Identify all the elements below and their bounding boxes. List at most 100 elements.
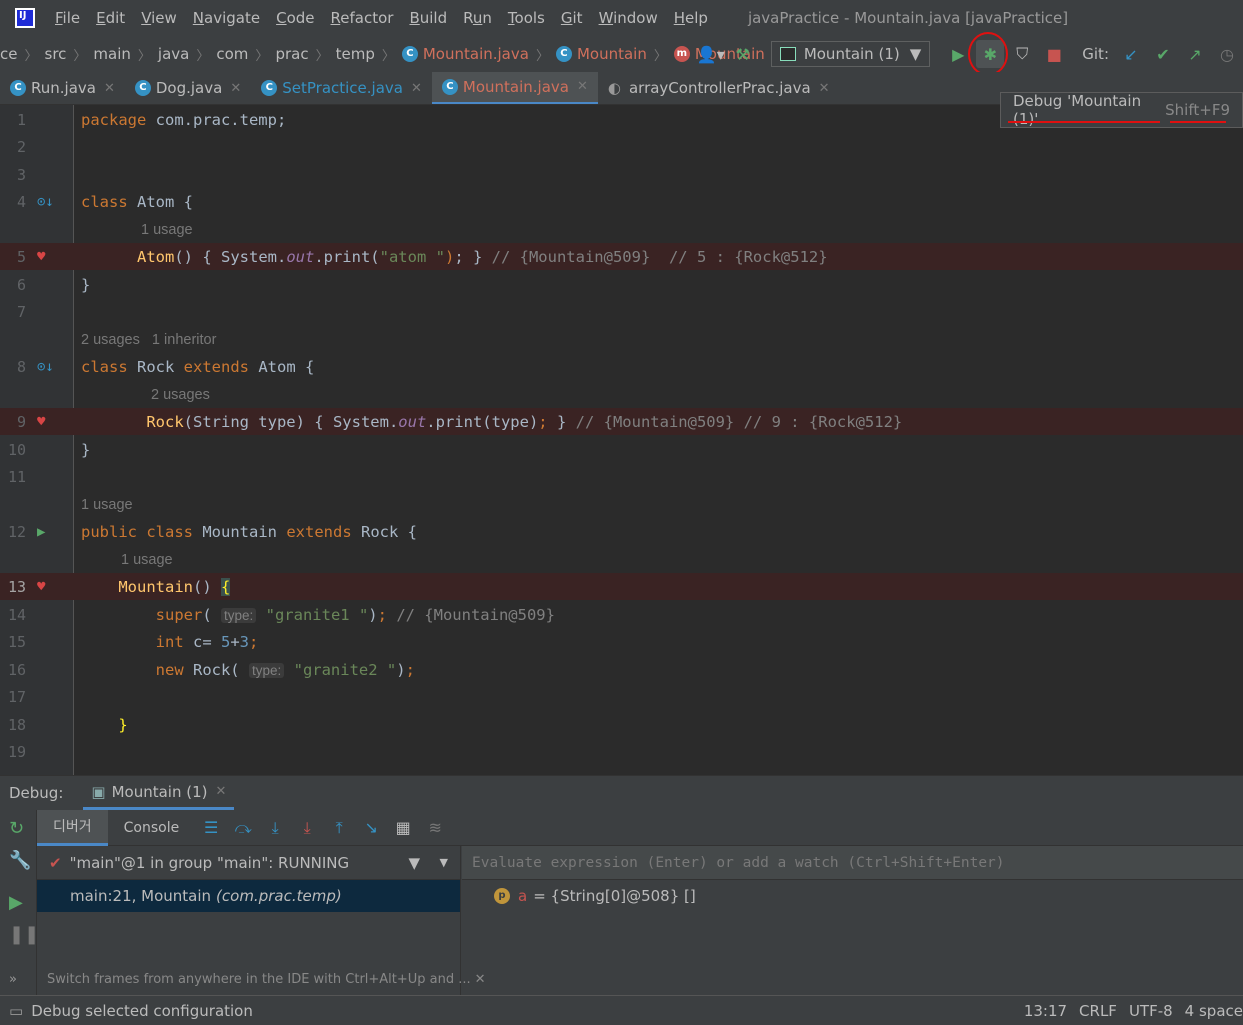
code-line: 16 new Rock( type: "granite2 "); bbox=[7, 660, 415, 679]
line-separator[interactable]: CRLF bbox=[1079, 1002, 1117, 1020]
menu-item[interactable]: Window bbox=[599, 9, 658, 27]
close-icon[interactable]: ✕ bbox=[104, 81, 115, 96]
menu-item[interactable]: Run bbox=[463, 9, 492, 27]
caret-position[interactable]: 13:17 bbox=[1024, 1002, 1067, 1020]
tab-debugger[interactable]: 디버거 bbox=[37, 809, 108, 846]
run-icon[interactable]: ▶ bbox=[37, 524, 45, 540]
breadcrumb-item[interactable]: ce 〉 bbox=[0, 45, 45, 64]
code-line: 7 bbox=[16, 302, 26, 321]
breakpoint-icon[interactable]: ♥ bbox=[37, 579, 45, 595]
tab-console[interactable]: Console bbox=[108, 810, 196, 846]
pause-icon[interactable]: ❚❚ bbox=[9, 924, 39, 945]
menu-item[interactable]: Build bbox=[409, 9, 447, 27]
debug-tool-window: Debug: ▣ Mountain (1) ✕ ↻ 🔧 ▶ ❚❚ » 디버거 Con… bbox=[0, 775, 1243, 996]
status-message: Debug selected configuration bbox=[31, 1001, 253, 1020]
editor-tab[interactable]: C Mountain.java ✕ bbox=[431, 72, 598, 104]
breakpoint-icon[interactable]: ♥ bbox=[37, 249, 45, 265]
menu-item[interactable]: View bbox=[141, 9, 177, 27]
more-icon[interactable]: » bbox=[9, 972, 17, 987]
rerun-icon[interactable]: ↻ bbox=[9, 818, 24, 839]
close-icon[interactable]: ✕ bbox=[819, 81, 830, 96]
user-icon[interactable]: 👤▾ bbox=[697, 40, 725, 68]
menu-item[interactable]: Tools bbox=[508, 9, 545, 27]
code-editor[interactable]: 1 package com.prac.temp; 2 3 4 ⊙↓ class Ato… bbox=[0, 105, 1243, 775]
breadcrumb-item[interactable]: temp 〉 bbox=[336, 45, 402, 64]
chevron-down-icon[interactable]: ▼ bbox=[440, 856, 448, 869]
close-icon[interactable]: ✕ bbox=[215, 784, 226, 799]
code-line: 17 bbox=[7, 687, 26, 706]
step-into-icon[interactable]: ⤓ bbox=[259, 818, 291, 838]
panel-toggle-icon[interactable]: ▭ bbox=[9, 1002, 23, 1020]
variable-row[interactable]: p a = {String[0]@508} [] bbox=[462, 880, 1243, 912]
code-line: 12 ▶ public class Mountain extends Rock { bbox=[7, 522, 417, 541]
usage-hint[interactable]: 1 usage bbox=[121, 546, 173, 573]
overridden-icon[interactable]: ⊙↓ bbox=[37, 359, 54, 375]
menu-item[interactable]: Edit bbox=[96, 9, 125, 27]
annotation-circle bbox=[968, 32, 1008, 76]
step-out-icon[interactable]: ⤒ bbox=[323, 818, 355, 838]
code-line: 18 } bbox=[7, 715, 128, 734]
app-logo-icon bbox=[15, 8, 35, 28]
close-icon[interactable]: ✕ bbox=[230, 81, 241, 96]
filter-icon[interactable]: ▼ bbox=[408, 854, 420, 872]
breadcrumb-item[interactable]: src 〉 bbox=[45, 45, 94, 64]
git-update-icon[interactable]: ↙ bbox=[1117, 40, 1145, 68]
menu-item[interactable]: Refactor bbox=[331, 9, 394, 27]
indent-setting[interactable]: 4 space bbox=[1185, 1002, 1243, 1020]
editor-tab[interactable]: C Run.java ✕ bbox=[0, 72, 125, 104]
debug-session-tab[interactable]: ▣ Mountain (1) ✕ bbox=[83, 776, 235, 810]
file-encoding[interactable]: UTF-8 bbox=[1129, 1002, 1173, 1020]
variables-panel: Evaluate expression (Enter) or add a wat… bbox=[462, 846, 1243, 996]
debug-header: Debug: ▣ Mountain (1) ✕ bbox=[0, 776, 1243, 810]
breadcrumb-item[interactable]: com 〉 bbox=[216, 45, 275, 64]
breadcrumb-file[interactable]: C Mountain.java 〉 bbox=[401, 45, 556, 64]
trace-icon[interactable]: ≋ bbox=[419, 818, 451, 837]
debugger-toolbar: 디버거 Console ☰ ⤼ ⤓ ⤓ ⤒ ↘ ▦ ≋ bbox=[37, 809, 1243, 846]
wrench-icon[interactable]: 🔧 bbox=[9, 850, 31, 871]
menu-item[interactable]: Navigate bbox=[193, 9, 260, 27]
git-commit-icon[interactable]: ✔ bbox=[1149, 40, 1177, 68]
menu-item[interactable]: Help bbox=[674, 9, 708, 27]
close-icon[interactable]: ✕ bbox=[577, 79, 588, 94]
check-icon: ✔ bbox=[49, 853, 62, 872]
breadcrumb-item[interactable]: java 〉 bbox=[158, 45, 216, 64]
class-icon: C bbox=[134, 80, 151, 96]
thread-selector[interactable]: ✔ "main"@1 in group "main": RUNNING ▼ ▼ bbox=[37, 846, 460, 880]
menu-item[interactable]: File bbox=[55, 9, 80, 27]
stack-frame[interactable]: main:21, Mountain (com.prac.temp) bbox=[37, 880, 460, 912]
evaluate-icon[interactable]: ▦ bbox=[387, 818, 419, 837]
status-bar: ▭ Debug selected configuration 13:17 CRL… bbox=[0, 995, 1243, 1025]
history-icon[interactable]: ◷ bbox=[1213, 40, 1241, 68]
hammer-icon[interactable]: ⚒ bbox=[729, 40, 757, 68]
annotation-underline bbox=[1008, 121, 1160, 123]
editor-tab[interactable]: C Dog.java ✕ bbox=[125, 72, 251, 104]
editor-tab[interactable]: C SetPractice.java ✕ bbox=[251, 72, 432, 104]
run-config-select[interactable]: Mountain (1) ▼ bbox=[770, 41, 931, 67]
file-icon: ◐ bbox=[607, 79, 621, 97]
stop-icon[interactable]: ■ bbox=[1040, 40, 1068, 68]
overridden-icon[interactable]: ⊙↓ bbox=[37, 194, 54, 210]
resume-icon[interactable]: ▶ bbox=[9, 892, 23, 913]
close-icon[interactable]: ✕ bbox=[411, 81, 422, 96]
force-step-into-icon[interactable]: ⤓ bbox=[291, 818, 323, 838]
threads-icon[interactable]: ☰ bbox=[195, 818, 227, 837]
menu-item[interactable]: Code bbox=[276, 9, 314, 27]
code-line: 15 int c= 5+3; bbox=[7, 632, 259, 651]
run-to-cursor-icon[interactable]: ↘ bbox=[355, 818, 387, 837]
breakpoint-icon[interactable]: ♥ bbox=[37, 414, 45, 430]
breadcrumb-item[interactable]: main 〉 bbox=[93, 45, 158, 64]
usage-hint[interactable]: 1 usage bbox=[141, 216, 193, 243]
coverage-icon[interactable]: ⛉ bbox=[1008, 40, 1036, 68]
usage-hint[interactable]: 2 usages 1 inheritor bbox=[81, 326, 216, 353]
usage-hint[interactable]: 1 usage bbox=[81, 491, 133, 518]
editor-tab[interactable]: ◐ arrayControllerPrac.java ✕ bbox=[598, 72, 840, 104]
step-over-icon[interactable]: ⤼ bbox=[227, 818, 259, 838]
breadcrumb-item[interactable]: prac 〉 bbox=[275, 45, 335, 64]
menu-item[interactable]: Git bbox=[561, 9, 583, 27]
annotation-underline bbox=[1170, 121, 1226, 123]
breadcrumb-class[interactable]: C Mountain 〉 bbox=[555, 45, 674, 64]
usage-hint[interactable]: 2 usages bbox=[151, 381, 210, 408]
git-push-icon[interactable]: ↗ bbox=[1181, 40, 1209, 68]
code-line: 2 bbox=[16, 137, 26, 156]
evaluate-input[interactable]: Evaluate expression (Enter) or add a wat… bbox=[462, 846, 1243, 880]
